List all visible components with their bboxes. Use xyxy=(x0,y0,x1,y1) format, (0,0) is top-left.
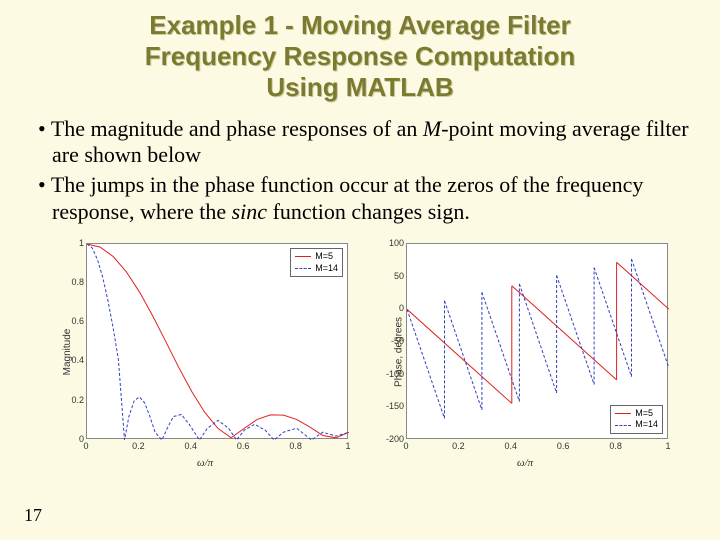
magnitude-legend: M=5 M=14 xyxy=(290,248,343,277)
title-line2: Frequency Response Computation xyxy=(145,41,576,71)
phase-xlabel: ω/π xyxy=(517,457,533,469)
magnitude-chart: Magnitude M=5 M=14 ω/π 00.20.40.60.8100.… xyxy=(50,237,360,467)
title-line3: Using MATLAB xyxy=(266,72,453,102)
slide-title: Example 1 - Moving Average Filter Freque… xyxy=(0,0,720,108)
bullet-list: The magnitude and phase responses of an … xyxy=(0,108,720,235)
title-line1: Example 1 - Moving Average Filter xyxy=(149,10,570,40)
magnitude-ylabel: Magnitude xyxy=(62,329,73,376)
bullet-2: The jumps in the phase function occur at… xyxy=(38,172,692,226)
magnitude-xlabel: ω/π xyxy=(197,457,213,469)
phase-chart: Phase, degrees M=5 M=14 ω/π -200-150-100… xyxy=(370,237,680,467)
magnitude-plot-area: M=5 M=14 xyxy=(86,243,348,439)
phase-legend: M=5 M=14 xyxy=(610,405,663,434)
charts-row: Magnitude M=5 M=14 ω/π 00.20.40.60.8100.… xyxy=(0,235,720,467)
bullet-1: The magnitude and phase responses of an … xyxy=(38,116,692,170)
page-number: 17 xyxy=(24,505,42,526)
phase-plot-area: M=5 M=14 xyxy=(406,243,668,439)
